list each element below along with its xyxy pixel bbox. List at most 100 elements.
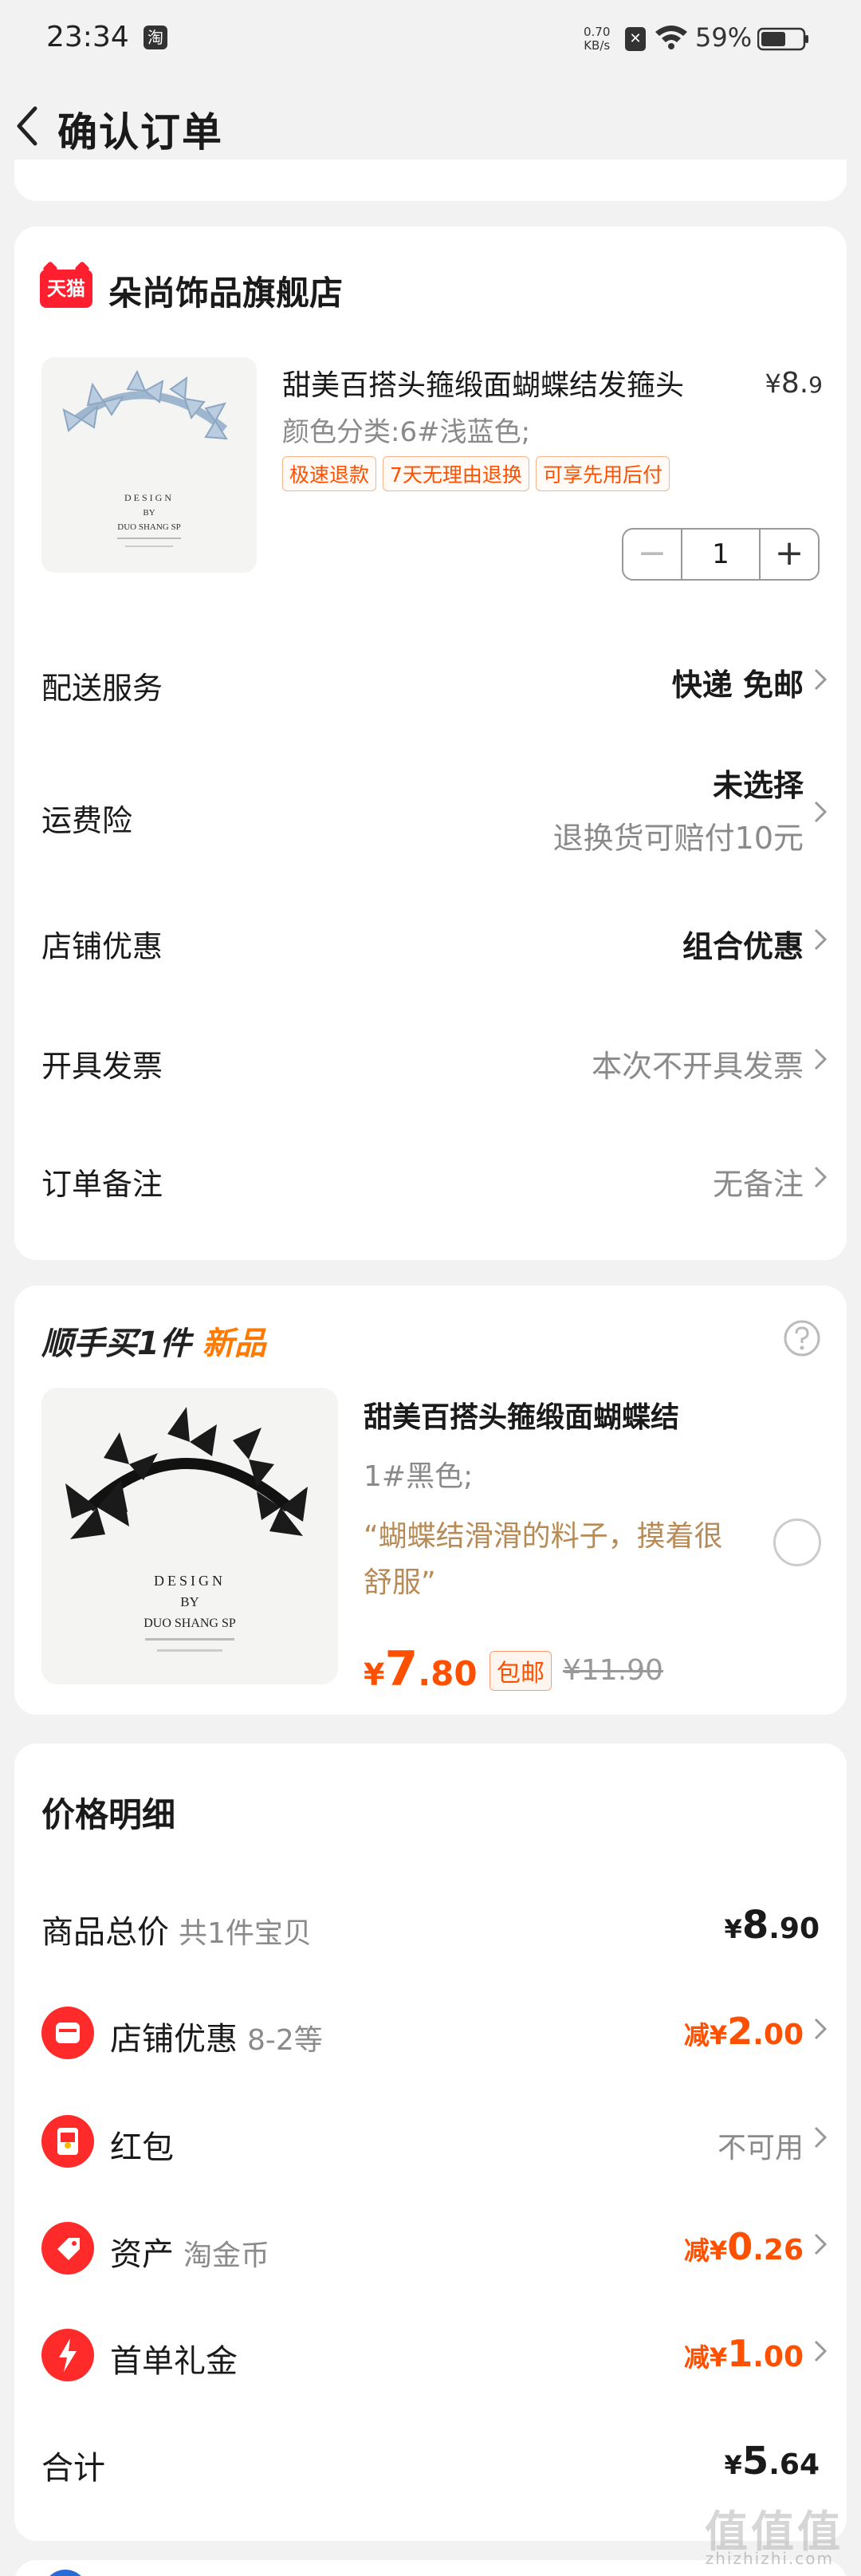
delivery-label: 配送服务 xyxy=(41,671,163,706)
assets-pre: 减¥ xyxy=(683,2235,728,2266)
freight-value: 未选择 xyxy=(712,768,804,803)
addon-sku[interactable]: 1#黑色; xyxy=(364,1453,473,1495)
shop-discount-row[interactable]: 店铺优惠 组合优惠 xyxy=(14,903,847,983)
addon-product-name[interactable]: 甜美百搭头箍缎面蝴蝶结 xyxy=(364,1394,679,1436)
increase-button[interactable]: + xyxy=(761,530,818,579)
addon-select-radio[interactable] xyxy=(773,1518,821,1566)
chevron-right-icon xyxy=(814,801,828,823)
speed-value: 0.70 xyxy=(584,25,611,39)
sum-row: 合计 ¥5.64 xyxy=(14,2420,847,2499)
assets-row[interactable]: 资产 淘金币 减¥0.26 xyxy=(14,2206,847,2286)
help-icon[interactable] xyxy=(783,1319,821,1357)
watermark-sub: zhizhizhi.com xyxy=(705,2549,834,2568)
battery-icon xyxy=(757,27,808,51)
chevron-right-icon xyxy=(814,1048,828,1070)
shop-discount-detail-sub: 8-2等 xyxy=(247,2024,323,2057)
battery-percent: 59% xyxy=(695,22,753,53)
addon-title: 顺手买1件 新品 xyxy=(41,1318,266,1364)
status-time: 23:34 xyxy=(46,21,129,53)
address-card-remnant xyxy=(14,160,847,201)
goods-total-value: ¥8.90 xyxy=(725,1903,820,1948)
invoice-value: 本次不开具发票 xyxy=(591,1049,804,1084)
first-order-gift-row[interactable]: 首单礼金 减¥1.00 xyxy=(14,2313,847,2393)
shop-discount-label: 店铺优惠 xyxy=(41,929,163,964)
addon-image-caption-2: BY xyxy=(180,1594,199,1609)
shop-discount-pre: 减¥ xyxy=(683,2020,728,2050)
red-packet-label: 红包 xyxy=(110,2129,174,2166)
tag-fast-refund: 极速退款 xyxy=(282,456,377,491)
tag-7day-return: 7天无理由退换 xyxy=(383,456,529,491)
goods-total-sub: 共1件宝贝 xyxy=(179,1917,312,1950)
chevron-right-icon xyxy=(814,2126,828,2149)
store-order-card: 天猫 朵尚饰品旗舰店 DESIGN BY DUO SHANG SP 甜美百搭头箍… xyxy=(14,226,847,1260)
headband-black-illustration: DESIGN BY DUO SHANG SP xyxy=(65,1407,308,1652)
addon-price-dec: .80 xyxy=(418,1654,478,1693)
goods-total-dec: .90 xyxy=(769,1912,820,1945)
delivery-value: 快递 免邮 xyxy=(671,668,804,703)
goods-total-row: 商品总价 共1件宝贝 ¥8.90 xyxy=(14,1884,847,1964)
coin-tag-icon xyxy=(41,2222,94,2275)
assets-sub: 淘金币 xyxy=(183,2239,270,2272)
image-caption-3: DUO SHANG SP xyxy=(117,522,180,532)
product-sku[interactable]: 颜色分类:6#浅蓝色; xyxy=(282,410,530,449)
goods-total-int: 8 xyxy=(741,1903,769,1948)
back-arrow-icon[interactable] xyxy=(8,97,48,153)
assets-int: 0 xyxy=(727,2225,753,2268)
remark-row[interactable]: 订单备注 无备注 xyxy=(14,1140,847,1220)
addon-price: ¥7.80 xyxy=(364,1641,478,1697)
goods-total-label-text: 商品总价 xyxy=(41,1914,169,1951)
freight-insurance-row[interactable]: 运费险 未选择 退换货可赔付10元 xyxy=(14,761,847,865)
goods-total-label: 商品总价 共1件宝贝 xyxy=(41,1906,312,1952)
shop-discount-dec: .00 xyxy=(753,2019,804,2051)
price-detail-title: 价格明细 xyxy=(41,1795,176,1834)
speed-unit: KB/s xyxy=(584,38,611,53)
sum-value: ¥5.64 xyxy=(725,2439,820,2483)
chevron-right-icon xyxy=(814,1166,828,1188)
payment-icon xyxy=(43,2570,88,2576)
image-caption-1: DESIGN xyxy=(124,492,174,503)
addon-product-image[interactable]: DESIGN BY DUO SHANG SP xyxy=(41,1388,338,1684)
product-tags: 极速退款 7天无理由退换 可享先用后付 xyxy=(282,456,670,491)
decrease-button[interactable]: − xyxy=(623,530,681,579)
sum-int: 5 xyxy=(741,2439,769,2483)
addon-card: 顺手买1件 新品 DESIGN BY DUO SHANG SP 甜美百搭头箍缎面… xyxy=(14,1286,847,1715)
first-order-int: 1 xyxy=(727,2332,753,2375)
headband-blue-illustration: DESIGN BY DUO SHANG SP xyxy=(62,369,228,547)
addon-price-symbol: ¥ xyxy=(364,1657,385,1692)
product-title[interactable]: 甜美百搭头箍缎面蝴蝶结发箍头 xyxy=(282,362,684,404)
freight-sub: 退换货可赔付10元 xyxy=(552,821,804,856)
no-sim-icon: ✕ xyxy=(625,27,646,51)
shop-discount-detail-row[interactable]: 店铺优惠 8-2等 减¥2.00 xyxy=(14,1991,847,2070)
goods-total-pre: ¥ xyxy=(724,1914,742,1944)
price-symbol: ¥ xyxy=(765,368,781,399)
product-image[interactable]: DESIGN BY DUO SHANG SP xyxy=(41,357,257,573)
sum-label: 合计 xyxy=(41,2450,105,2487)
first-order-value: 减¥1.00 xyxy=(684,2332,804,2375)
price-int: 8. xyxy=(780,367,809,400)
image-caption-2: BY xyxy=(143,508,155,518)
taobao-notification-icon: 淘 xyxy=(144,26,167,49)
page-title: 确认订单 xyxy=(57,109,223,156)
tag-pay-later: 可享先用后付 xyxy=(535,456,670,491)
store-name[interactable]: 朵尚饰品旗舰店 xyxy=(108,266,343,315)
addon-image-caption-1: DESIGN xyxy=(154,1573,226,1589)
tmall-logo: 天猫 xyxy=(40,270,92,308)
remark-label: 订单备注 xyxy=(41,1167,163,1202)
shop-discount-icon xyxy=(41,2007,94,2059)
red-packet-row[interactable]: 红包 不可用 xyxy=(14,2099,847,2179)
sum-dec: .64 xyxy=(769,2448,820,2481)
delivery-row[interactable]: 配送服务 快递 免邮 xyxy=(14,641,847,721)
quantity-value[interactable]: 1 xyxy=(681,530,761,579)
invoice-label: 开具发票 xyxy=(41,1049,163,1084)
price-dec: 9 xyxy=(808,372,823,398)
assets-dec: .26 xyxy=(753,2234,804,2267)
chevron-right-icon xyxy=(814,2018,828,2040)
first-order-dec: .00 xyxy=(753,2341,804,2373)
remark-value: 无备注 xyxy=(712,1167,804,1202)
invoice-row[interactable]: 开具发票 本次不开具发票 xyxy=(14,1022,847,1102)
free-shipping-badge: 包邮 xyxy=(489,1651,552,1691)
product-price: ¥8.9 xyxy=(765,367,823,400)
shop-discount-int: 2 xyxy=(727,2010,753,2053)
addon-title-new: 新品 xyxy=(202,1325,266,1362)
wifi-icon xyxy=(655,26,687,49)
